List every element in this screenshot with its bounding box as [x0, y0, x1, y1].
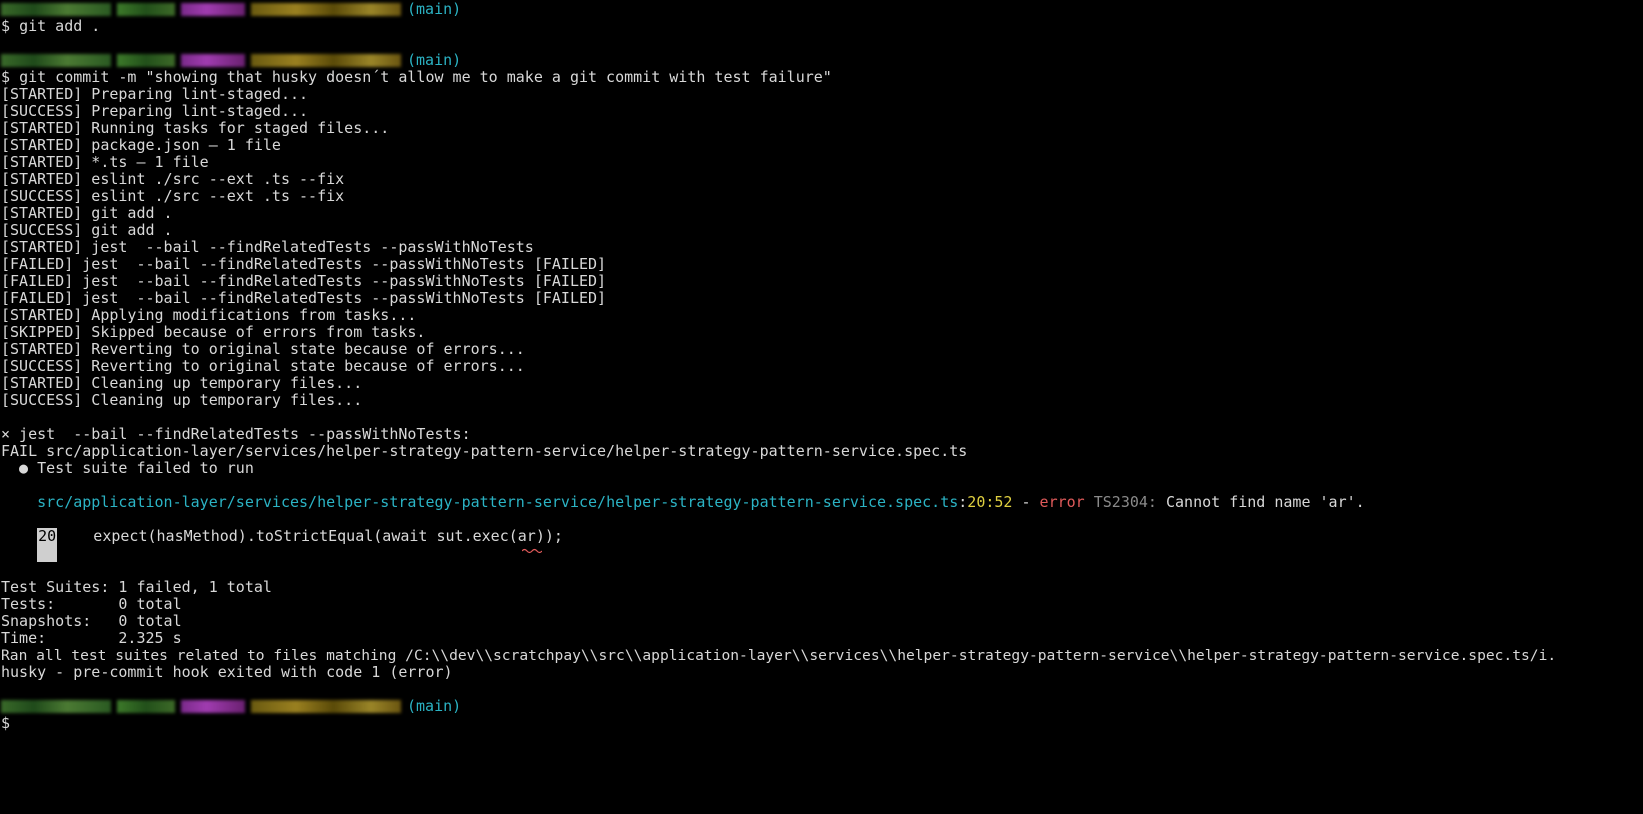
husky-exit-line: husky - pre-commit hook exited with code… — [1, 663, 453, 681]
code-line-number: 20 — [37, 528, 58, 562]
log-line: [STARTED] Reverting to original state be… — [1, 340, 525, 358]
log-line: [STARTED] git add . — [1, 204, 173, 222]
error-file-path: src/application-layer/services/helper-st… — [37, 493, 959, 511]
prompt-symbol: $ — [1, 714, 11, 732]
prompt-header: (main) — [1, 52, 1643, 69]
redacted-shell — [181, 700, 245, 713]
code-line: expect(hasMethod).toStrictEqual(await su… — [57, 527, 563, 545]
prompt-symbol: $ — [1, 68, 11, 86]
log-line: [STARTED] Preparing lint-staged... — [1, 85, 309, 103]
redacted-user — [1, 700, 111, 713]
task-failed-line: × jest --bail --findRelatedTests --passW… — [1, 425, 471, 443]
redacted-host — [117, 3, 175, 16]
redacted-path — [251, 700, 401, 713]
log-line: [SUCCESS] eslint ./src --ext .ts --fix — [1, 187, 345, 205]
redacted-path — [251, 3, 401, 16]
terminal-window[interactable]: (main) $ git add . (main) $ git commit -… — [1, 1, 1643, 814]
error-squiggle — [522, 548, 542, 554]
log-line: [SKIPPED] Skipped because of errors from… — [1, 323, 426, 341]
log-line: [FAILED] jest --bail --findRelatedTests … — [1, 289, 607, 307]
prompt-header: (main) — [1, 698, 1643, 715]
redacted-user — [1, 54, 111, 67]
command-text: git commit -m "showing that husky doesn´… — [19, 68, 832, 86]
suite-failed-line: ● Test suite failed to run — [1, 459, 254, 477]
command-line: $ git commit -m "showing that husky does… — [1, 69, 1643, 86]
log-line: [SUCCESS] git add . — [1, 221, 173, 239]
log-line: [STARTED] Cleaning up temporary files... — [1, 374, 363, 392]
redacted-user — [1, 3, 111, 16]
summary-time: Time: 2.325 s — [1, 629, 182, 647]
error-dash: - — [1012, 493, 1040, 511]
ts-error-line: src/application-layer/services/helper-st… — [37, 493, 1365, 511]
log-line: [STARTED] Running tasks for staged files… — [1, 119, 390, 137]
log-line: [STARTED] jest --bail --findRelatedTests… — [1, 238, 534, 256]
git-branch: (main) — [407, 0, 462, 18]
log-line: [STARTED] eslint ./src --ext .ts --fix — [1, 170, 345, 188]
prompt-symbol: $ — [1, 17, 11, 35]
summary-tests: Tests: 0 total — [1, 595, 182, 613]
log-line: [FAILED] jest --bail --findRelatedTests … — [1, 255, 607, 273]
log-line: [STARTED] package.json — 1 file — [1, 136, 281, 154]
log-line: [SUCCESS] Reverting to original state be… — [1, 357, 525, 375]
command-line: $ git add . — [1, 18, 1643, 35]
redacted-shell — [181, 3, 245, 16]
fail-line: FAIL src/application-layer/services/help… — [1, 442, 968, 460]
summary-suites: Test Suites: 1 failed, 1 total — [1, 578, 272, 596]
redacted-host — [117, 700, 175, 713]
log-line: [SUCCESS] Cleaning up temporary files... — [1, 391, 363, 409]
prompt-header: (main) — [1, 1, 1643, 18]
log-line: [STARTED] Applying modifications from ta… — [1, 306, 417, 324]
redacted-shell — [181, 54, 245, 67]
code-snippet: 20 expect(hasMethod).toStrictEqual(await… — [1, 528, 1643, 562]
command-text: git add . — [19, 17, 101, 35]
redacted-host — [117, 54, 175, 67]
log-line: [STARTED] *.ts — 1 file — [1, 153, 209, 171]
git-branch: (main) — [407, 697, 462, 715]
summary-ran-all: Ran all test suites related to files mat… — [1, 647, 1557, 664]
log-line: [SUCCESS] Preparing lint-staged... — [1, 102, 309, 120]
error-message: Cannot find name 'ar'. — [1165, 493, 1365, 511]
summary-snapshots: Snapshots: 0 total — [1, 612, 182, 630]
error-label: error — [1039, 493, 1085, 511]
git-branch: (main) — [407, 51, 462, 69]
error-code: TS2304: — [1093, 493, 1157, 511]
command-input-line[interactable]: $ — [1, 715, 1643, 732]
error-position: 20:52 — [967, 493, 1013, 511]
redacted-path — [251, 54, 401, 67]
log-line: [FAILED] jest --bail --findRelatedTests … — [1, 272, 607, 290]
